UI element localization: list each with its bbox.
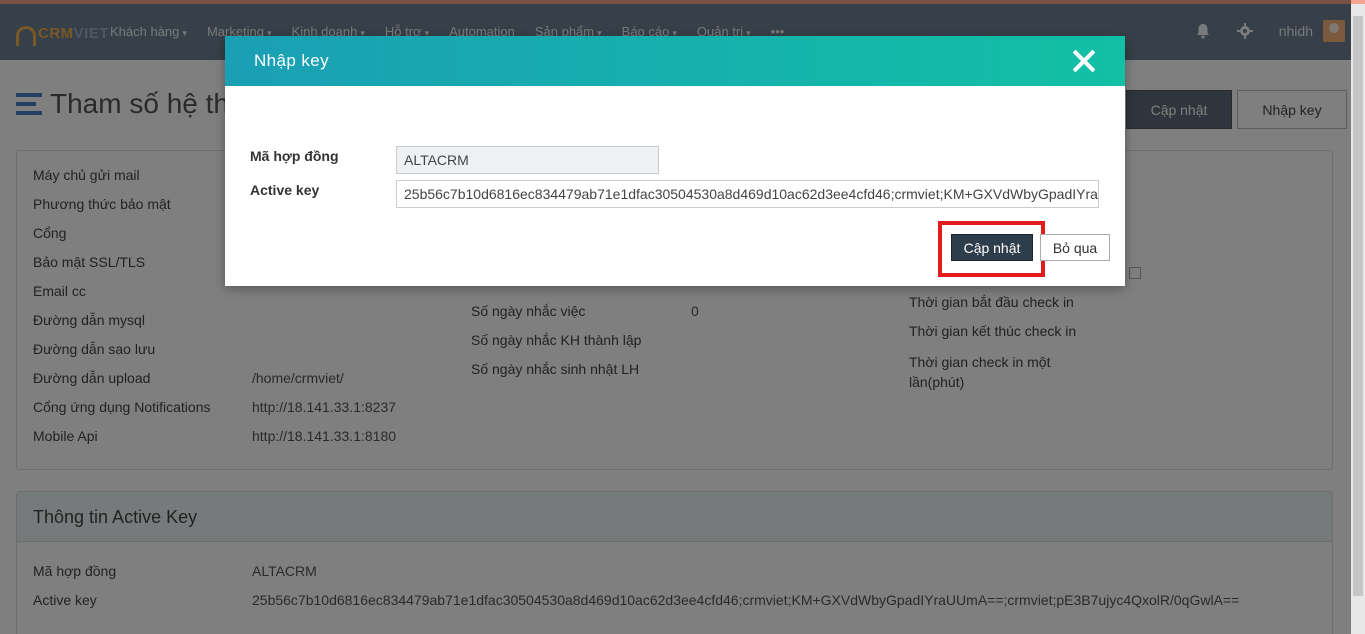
modal-header: Nhập key xyxy=(225,36,1125,86)
scrollbar[interactable] xyxy=(1351,4,1365,634)
contract-field[interactable]: ALTACRM xyxy=(396,146,659,174)
enter-key-modal: Nhập key Mã hợp đồng ALTACRM Active key … xyxy=(225,36,1125,286)
close-icon[interactable] xyxy=(1072,49,1096,73)
save-button[interactable]: Cập nhật xyxy=(951,234,1033,261)
modal-active-key-label: Active key xyxy=(250,182,320,198)
modal-contract-label: Mã hợp đồng xyxy=(250,148,339,164)
active-key-field[interactable]: 25b56c7b10d6816ec834479ab71e1dfac3050453… xyxy=(396,180,1099,208)
skip-button[interactable]: Bỏ qua xyxy=(1040,234,1110,261)
scrollbar-thumb[interactable] xyxy=(1353,16,1363,596)
modal-title: Nhập key xyxy=(254,51,330,70)
